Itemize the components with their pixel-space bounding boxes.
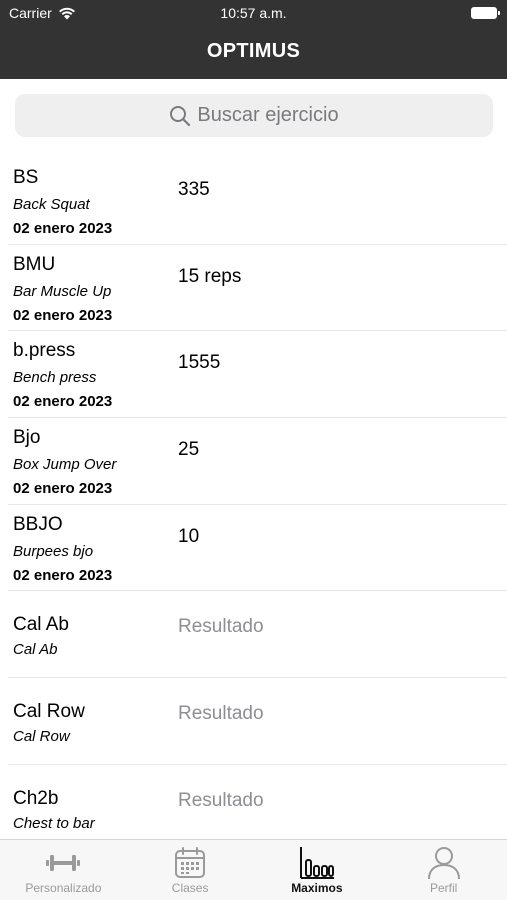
tab-personalizado[interactable]: Personalizado [0, 840, 127, 900]
list-item[interactable]: Cal Row Cal Row Resultado [8, 678, 507, 765]
page-title: OPTIMUS [206, 40, 301, 62]
tab-label: Clases [171, 881, 209, 895]
exercise-name: Burpees bjo [13, 542, 94, 560]
exercise-abbr: BS [13, 167, 39, 188]
exercise-result: 10 [178, 525, 200, 547]
tab-label: Perfil [429, 881, 458, 895]
exercise-abbr: BBJO [13, 513, 63, 535]
exercise-abbr: Cal Ab [13, 614, 69, 636]
exercise-abbr: BMU [13, 253, 56, 275]
status-bar: Carrier 10:57 a.m. [0, 0, 507, 28]
exercise-name: Chest to bar [13, 814, 95, 832]
exercise-date: 02 enero 2023 [13, 393, 113, 411]
list-item[interactable]: Ch2b Chest to bar Resultado [8, 765, 507, 839]
exercise-result: 15 reps [178, 265, 242, 287]
list-item[interactable]: BMU Bar Muscle Up 02 enero 2023 15 reps [8, 245, 507, 332]
exercise-result: 1555 [178, 352, 221, 374]
exercise-result: 335 [178, 179, 210, 200]
list-item[interactable]: Bjo Box Jump Over 02 enero 2023 25 [8, 418, 507, 505]
exercise-result: 25 [178, 439, 200, 461]
tab-clases[interactable]: Clases [127, 840, 254, 900]
tab-bar: Personalizado Clases Maximos Perfil [0, 839, 507, 900]
bar-chart-icon [297, 845, 337, 881]
tab-label: Personalizado [25, 881, 102, 895]
search-icon [170, 105, 191, 126]
tab-label: Maximos [291, 881, 343, 895]
exercise-name: Bench press [13, 369, 97, 387]
status-time: 10:57 a.m. [220, 5, 287, 21]
exercise-name: Cal Ab [13, 641, 58, 659]
exercise-abbr: b.press [13, 340, 76, 362]
exercise-list: BS Back Squat 02 enero 2023 335 BMU Bar … [0, 158, 507, 839]
search-input[interactable]: Buscar ejercicio [15, 94, 493, 137]
dumbbell-icon [43, 845, 83, 881]
exercise-name: Box Jump Over [13, 456, 117, 474]
list-item[interactable]: b.press Bench press 02 enero 2023 1555 [8, 331, 507, 419]
list-item[interactable]: BBJO Burpees bjo 02 enero 2023 10 [8, 505, 507, 592]
exercise-name: Cal Row [13, 728, 70, 746]
exercise-date: 02 enero 2023 [13, 480, 113, 498]
exercise-abbr: Ch2b [13, 787, 59, 809]
battery-icon [471, 7, 500, 19]
result-placeholder: Resultado [178, 616, 264, 638]
exercise-date: 02 enero 2023 [13, 306, 113, 324]
result-placeholder: Resultado [178, 789, 264, 811]
exercise-abbr: Bjo [13, 427, 41, 449]
person-icon [424, 845, 464, 881]
calendar-icon [170, 845, 210, 881]
exercise-abbr: Cal Row [13, 701, 85, 723]
tab-perfil[interactable]: Perfil [380, 840, 507, 900]
search-placeholder: Buscar ejercicio [197, 104, 339, 126]
nav-header: Carrier 10:57 a.m. OPTIMUS [0, 0, 507, 79]
tab-maximos[interactable]: Maximos [254, 840, 381, 900]
result-placeholder: Resultado [178, 703, 264, 725]
exercise-date: 02 enero 2023 [13, 220, 113, 237]
exercise-date: 02 enero 2023 [13, 566, 113, 584]
list-item[interactable]: BS Back Squat 02 enero 2023 335 [8, 158, 507, 245]
exercise-name: Back Squat [13, 196, 90, 213]
list-item[interactable]: Cal Ab Cal Ab Resultado [8, 591, 507, 679]
exercise-name: Bar Muscle Up [13, 282, 112, 300]
